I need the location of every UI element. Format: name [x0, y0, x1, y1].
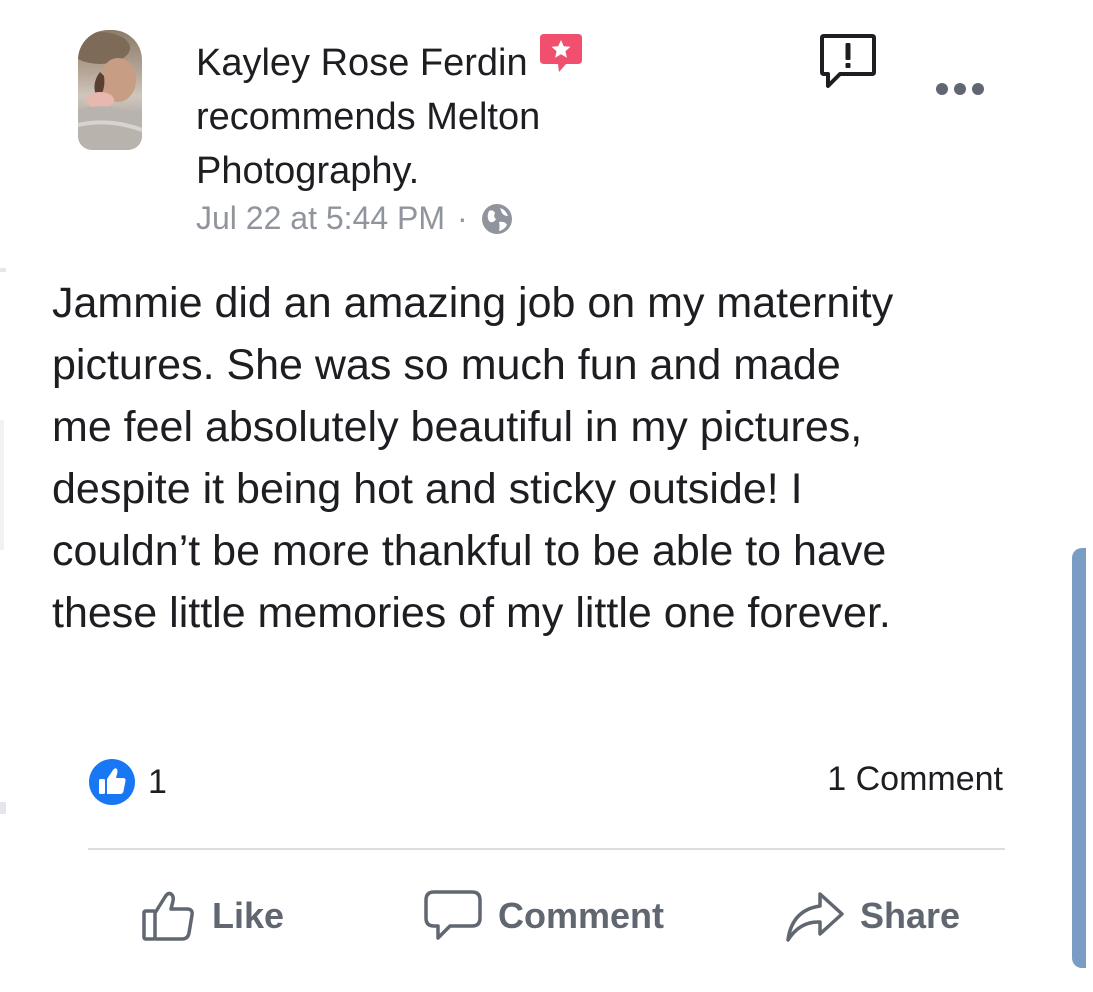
- post-body-line: me feel absolutely beautiful in my pictu…: [52, 403, 863, 451]
- avatar[interactable]: [78, 30, 142, 150]
- globe-icon: [480, 202, 514, 236]
- comment-button[interactable]: Comment: [422, 876, 664, 956]
- page-name[interactable]: Photography.: [196, 150, 419, 192]
- timestamp[interactable]: Jul 22 at 5:44 PM: [196, 200, 445, 237]
- share-button[interactable]: Share: [784, 876, 960, 956]
- author-name[interactable]: Kayley Rose Ferdin: [196, 42, 528, 84]
- action-bar: Like Comment Share: [88, 876, 1005, 956]
- comment-button-label: Comment: [498, 895, 665, 936]
- more-options-icon: [936, 83, 984, 95]
- thumbs-up-icon: [142, 891, 194, 941]
- meta-separator: ·: [457, 200, 468, 236]
- post-header: Kayley Rose Ferdin recommends Melton Pho…: [196, 34, 756, 237]
- post-body: Jammie did an amazing job on my maternit…: [52, 272, 1042, 644]
- post-headline: Kayley Rose Ferdin recommends Melton Pho…: [196, 34, 756, 198]
- share-button-label: Share: [860, 895, 961, 936]
- like-button-label: Like: [212, 895, 285, 936]
- reactions-summary[interactable]: 1: [88, 758, 167, 806]
- post-card: Kayley Rose Ferdin recommends Melton Pho…: [0, 0, 1093, 992]
- avatar-photo: [78, 32, 142, 150]
- share-icon: [786, 892, 844, 942]
- divider: [88, 848, 1005, 850]
- like-button[interactable]: Like: [140, 876, 284, 956]
- edge-mark: [0, 420, 4, 550]
- headline-line-2: recommends Melton: [196, 96, 541, 138]
- post-body-line: Jammie did an amazing job on my maternit…: [52, 279, 894, 327]
- post-body-line: despite it being hot and sticky outside!…: [52, 465, 803, 513]
- report-button[interactable]: [818, 32, 878, 92]
- recommendation-star-icon: [538, 32, 584, 76]
- comment-icon: [424, 890, 482, 940]
- report-icon: [820, 34, 876, 88]
- post-meta: Jul 22 at 5:44 PM ·: [196, 200, 756, 237]
- post-body-line: these little memories of my little one f…: [52, 589, 891, 637]
- like-count: 1: [148, 762, 167, 801]
- post-body-line: pictures. She was so much fun and made: [52, 341, 841, 389]
- edge-mark: [0, 268, 6, 272]
- like-reaction-icon: [88, 758, 136, 806]
- scroll-indicator[interactable]: [1072, 548, 1086, 968]
- edge-mark: [0, 802, 6, 814]
- more-options-button[interactable]: [930, 74, 990, 104]
- comment-count-link[interactable]: 1 Comment: [827, 760, 1003, 799]
- post-body-line: couldn’t be more thankful to be able to …: [52, 527, 887, 575]
